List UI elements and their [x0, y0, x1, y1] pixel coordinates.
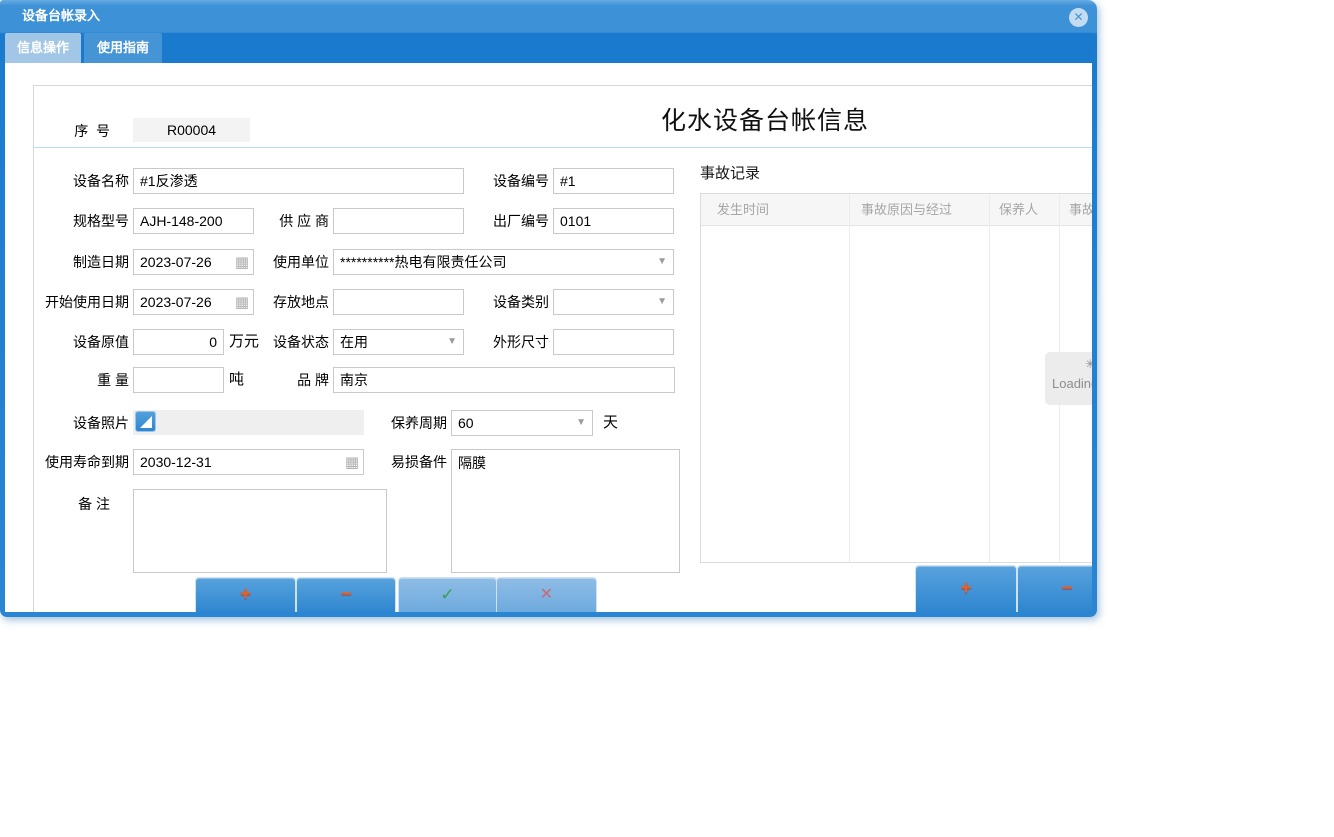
weight-label: 重 量 [29, 367, 129, 393]
start-date-label: 开始使用日期 [25, 289, 129, 315]
col-cause-process: 事故原因与经过 [861, 194, 952, 226]
device-cat-label: 设备类别 [441, 289, 549, 315]
grid-divider [849, 194, 850, 562]
maint-cycle-label: 保养周期 [381, 410, 447, 436]
storage-loc-label: 存放地点 [241, 289, 329, 315]
col-occurrence-time: 发生时间 [717, 194, 769, 226]
factory-no-label: 出厂编号 [441, 208, 549, 234]
delete-accident-button[interactable]: − [1017, 565, 1092, 612]
device-no-input[interactable] [553, 168, 674, 194]
dialog-title: 设备台帐录入 [22, 0, 100, 31]
add-accident-button[interactable]: + [915, 565, 1017, 612]
tab-info-operation[interactable]: 信息操作 [5, 33, 81, 63]
accident-records-title: 事故记录 [700, 162, 760, 183]
mfg-date-input[interactable]: 2023-07-26 ▦ [133, 249, 254, 275]
life-end-label: 使用寿命到期 [25, 449, 129, 475]
use-unit-label: 使用单位 [241, 249, 329, 275]
grid-header: 发生时间 事故原因与经过 保养人 事故 [701, 194, 1092, 226]
start-date-input[interactable]: 2023-07-26 ▦ [133, 289, 254, 315]
dialog-content: 序 号 R00004 化水设备台帐信息 设备名称 设备编号 规格型号 供 应 商… [5, 63, 1092, 612]
chevron-down-icon: ▼ [657, 250, 667, 274]
delete-record-button[interactable]: − [296, 577, 396, 612]
fragile-parts-label: 易损备件 [381, 449, 447, 475]
orig-value-unit: 万元 [229, 329, 259, 355]
equipment-ledger-dialog: 设备台帐录入 ✕ 信息操作 使用指南 序 号 R00004 化水设备台帐信息 设… [0, 0, 1097, 617]
close-icon[interactable]: ✕ [1069, 8, 1088, 27]
device-name-label: 设备名称 [29, 168, 129, 194]
chevron-down-icon: ▼ [576, 411, 586, 435]
orig-value-label: 设备原值 [29, 329, 129, 355]
use-unit-select[interactable]: **********热电有限责任公司 ▼ [333, 249, 674, 275]
maint-cycle-unit: 天 [603, 410, 618, 436]
loading-text: Loading... [1052, 376, 1092, 391]
weight-input[interactable] [133, 367, 224, 393]
photo-upload-icon[interactable] [135, 411, 156, 432]
device-status-value: 在用 [340, 334, 368, 350]
photo-field [133, 410, 364, 435]
device-no-label: 设备编号 [441, 168, 549, 194]
cancel-button[interactable]: ✕ [496, 577, 597, 612]
orig-value-input[interactable] [133, 329, 224, 355]
brand-label: 品 牌 [265, 367, 329, 393]
loading-indicator: ✳ Loading... [1045, 352, 1092, 405]
photo-label: 设备照片 [29, 410, 129, 436]
start-date-value: 2023-07-26 [140, 294, 212, 310]
spec-model-input[interactable] [133, 208, 254, 234]
accident-records-grid: 发生时间 事故原因与经过 保养人 事故 [700, 193, 1092, 563]
page-title: 化水设备台帐信息 [565, 101, 965, 137]
use-unit-value: **********热电有限责任公司 [340, 254, 506, 270]
screen: 设备台帐录入 ✕ 信息操作 使用指南 序 号 R00004 化水设备台帐信息 设… [0, 0, 1334, 837]
dimensions-label: 外形尺寸 [441, 329, 549, 355]
grid-divider [989, 194, 990, 562]
tab-user-guide[interactable]: 使用指南 [84, 33, 162, 63]
supplier-label: 供 应 商 [241, 208, 329, 234]
col-accident: 事故 [1069, 194, 1092, 226]
weight-unit: 吨 [229, 367, 244, 393]
factory-no-input[interactable] [553, 208, 674, 234]
tab-bar: 信息操作 使用指南 [5, 33, 1092, 63]
fragile-parts-textarea[interactable]: 隔膜 [451, 449, 680, 573]
dialog-titlebar: 设备台帐录入 ✕ [0, 0, 1097, 33]
maint-cycle-select[interactable]: 60 ▼ [451, 410, 593, 436]
life-end-input[interactable]: 2030-12-31 ▦ [133, 449, 364, 475]
col-maintainer: 保养人 [999, 194, 1038, 226]
confirm-button[interactable]: ✓ [398, 577, 497, 612]
add-record-button[interactable]: + [195, 577, 296, 612]
brand-input[interactable] [333, 367, 675, 393]
spec-model-label: 规格型号 [29, 208, 129, 234]
maint-cycle-value: 60 [458, 415, 474, 431]
mfg-date-label: 制造日期 [29, 249, 129, 275]
calendar-icon[interactable]: ▦ [345, 451, 359, 475]
mfg-date-value: 2023-07-26 [140, 254, 212, 270]
device-cat-select[interactable]: ▼ [553, 289, 674, 315]
life-end-value: 2030-12-31 [140, 454, 212, 470]
serial-value-field: R00004 [133, 118, 250, 142]
dimensions-input[interactable] [553, 329, 674, 355]
spinner-icon: ✳ [1085, 357, 1092, 374]
chevron-down-icon: ▼ [657, 290, 667, 314]
remark-textarea[interactable] [133, 489, 387, 573]
device-status-label: 设备状态 [265, 329, 329, 355]
remark-label: 备 注 [55, 491, 110, 517]
serial-label: 序 号 [55, 118, 110, 144]
header-separator [34, 147, 1092, 148]
device-name-input[interactable] [133, 168, 464, 194]
